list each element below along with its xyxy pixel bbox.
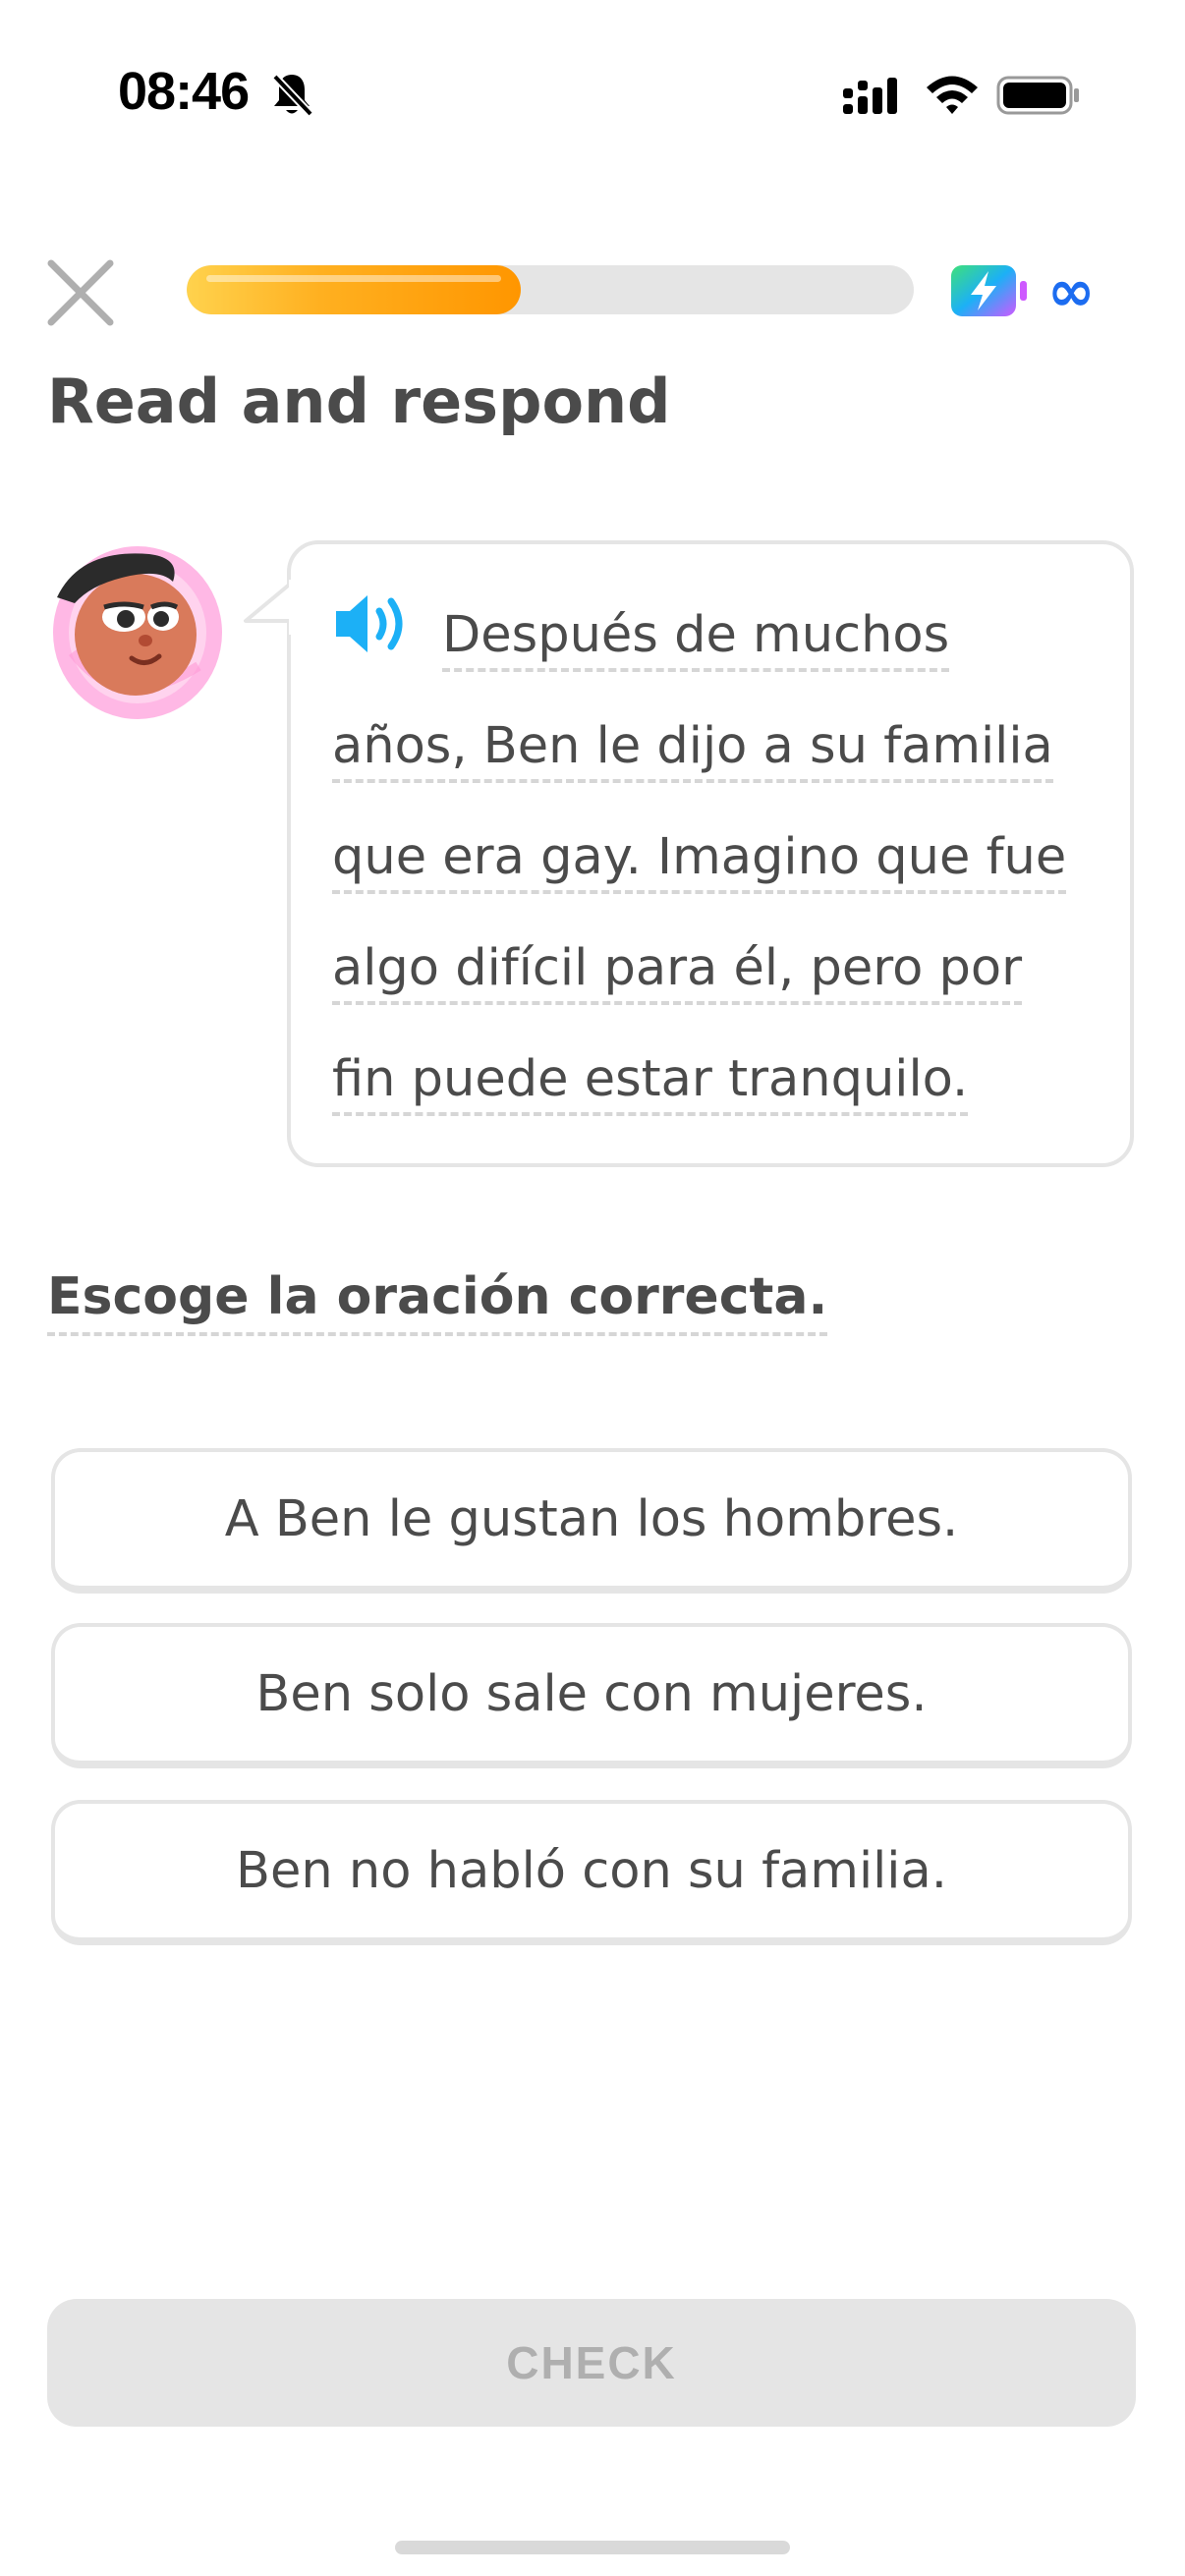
status-time: 08:46: [118, 62, 250, 121]
passage-line: algo difícil para él, pero por: [332, 913, 1108, 1024]
page-title: Read and respond: [47, 365, 671, 437]
passage-text[interactable]: Después de muchos: [442, 606, 950, 672]
passage-line: años, Ben le dijo a su familia: [332, 691, 1108, 802]
character-avatar: [53, 546, 222, 719]
reading-passage: Después de muchos años, Ben le dijo a su…: [332, 580, 1108, 1135]
close-icon[interactable]: [43, 255, 118, 330]
speech-bubble-tail: [244, 580, 295, 635]
answer-choice-2[interactable]: Ben solo sale con mujeres.: [51, 1623, 1132, 1768]
answer-choice-3[interactable]: Ben no habló con su familia.: [51, 1800, 1132, 1945]
battery-icon: [996, 76, 1079, 115]
passage-line: Después de muchos: [332, 580, 1108, 691]
signal-icon: [843, 78, 897, 114]
home-indicator: [395, 2541, 790, 2554]
passage-text[interactable]: años, Ben le dijo a su familia: [332, 717, 1053, 783]
energy-count: ∞: [1047, 257, 1096, 324]
answer-choice-1[interactable]: A Ben le gustan los hombres.: [51, 1448, 1132, 1594]
wifi-icon: [927, 76, 978, 114]
lesson-progress-fill: [187, 265, 522, 314]
passage-text[interactable]: que era gay. Imagino que fue: [332, 828, 1067, 894]
check-button[interactable]: CHECK: [47, 2299, 1136, 2427]
prompt-text[interactable]: Escoge la oración correcta.: [47, 1267, 828, 1336]
passage-line: que era gay. Imagino que fue: [332, 802, 1108, 913]
question-prompt: Escoge la oración correcta.: [47, 1267, 828, 1336]
passage-text[interactable]: fin puede estar tranquilo.: [332, 1050, 969, 1116]
lesson-progress-bar: [187, 265, 914, 314]
bell-off-icon: [272, 74, 313, 117]
passage-line: fin puede estar tranquilo.: [332, 1024, 1108, 1135]
passage-text[interactable]: algo difícil para él, pero por: [332, 939, 1023, 1005]
lesson-progress-shine: [206, 275, 502, 282]
energy-icon: [951, 265, 1027, 316]
